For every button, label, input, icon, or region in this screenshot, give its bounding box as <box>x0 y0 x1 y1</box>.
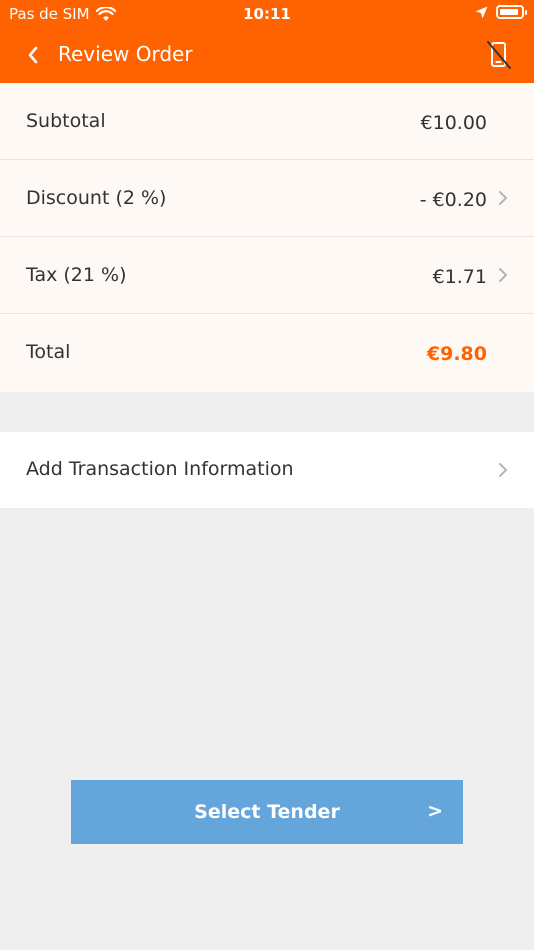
summary-row-subtotal: Subtotal €10.00 <box>0 83 534 160</box>
chevron-right-icon: > <box>427 800 443 822</box>
tax-label: Tax (21 %) <box>26 264 127 286</box>
summary-row-discount[interactable]: Discount (2 %) - €0.20 <box>0 160 534 237</box>
add-transaction-info-row[interactable]: Add Transaction Information <box>0 432 534 508</box>
screen: Pas de SIM 10:11 Review Order Subtotal €… <box>0 0 534 950</box>
device-button[interactable] <box>484 38 514 72</box>
total-value: €9.80 <box>426 343 487 365</box>
summary-row-tax[interactable]: Tax (21 %) €1.71 <box>0 237 534 314</box>
battery-icon <box>496 5 527 19</box>
no-device-icon <box>487 41 511 69</box>
discount-value: - €0.20 <box>419 189 487 211</box>
select-tender-button[interactable]: Select Tender > <box>71 780 463 844</box>
status-time: 10:11 <box>243 5 291 23</box>
status-right <box>475 5 527 19</box>
total-label: Total <box>26 341 71 363</box>
summary-row-total: Total €9.80 <box>0 314 534 392</box>
transaction-info-label: Add Transaction Information <box>26 458 294 480</box>
chevron-left-icon <box>28 46 38 64</box>
order-summary: Subtotal €10.00 Discount (2 %) - €0.20 T… <box>0 83 534 392</box>
back-button[interactable] <box>20 40 46 70</box>
top-bar: Pas de SIM 10:11 Review Order <box>0 0 534 83</box>
chevron-right-icon <box>499 463 507 477</box>
tax-value: €1.71 <box>432 266 487 288</box>
location-arrow-icon <box>475 6 488 18</box>
subtotal-label: Subtotal <box>26 110 106 132</box>
select-tender-label: Select Tender <box>194 801 340 823</box>
subtotal-value: €10.00 <box>420 112 487 134</box>
status-bar: Pas de SIM 10:11 <box>0 0 534 28</box>
chevron-right-icon <box>499 191 507 205</box>
chevron-right-icon <box>499 268 507 282</box>
discount-label: Discount (2 %) <box>26 187 167 209</box>
nav-bar: Review Order <box>0 28 534 83</box>
page-title: Review Order <box>58 42 193 66</box>
